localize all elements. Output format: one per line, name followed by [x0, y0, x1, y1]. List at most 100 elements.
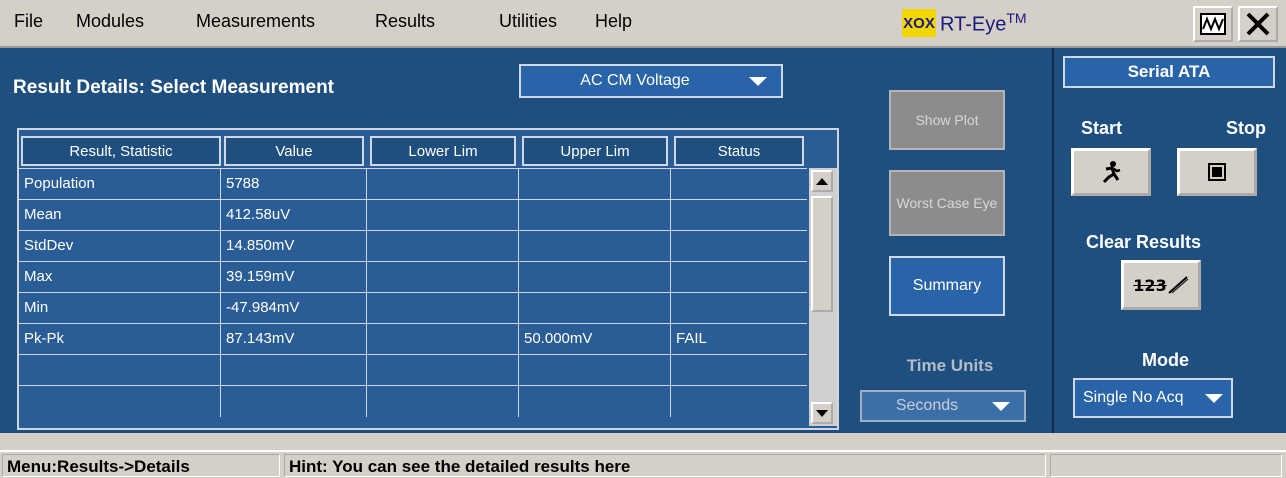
cell-lower-lim — [367, 293, 519, 324]
cell-upper-lim — [519, 169, 671, 200]
cell-statistic: Mean — [19, 200, 221, 231]
table-scrollbar[interactable] — [809, 168, 837, 426]
cell-status: FAIL — [676, 330, 707, 347]
cell-value — [221, 355, 367, 386]
summary-button[interactable]: Summary — [889, 256, 1005, 316]
brand-logo: XOX — [902, 9, 936, 37]
worst-case-eye-button[interactable]: Worst Case Eye — [889, 170, 1005, 236]
start-label: Start — [1081, 118, 1123, 138]
running-man-icon — [1102, 161, 1121, 184]
mode-value: Single No Acq — [1083, 389, 1184, 406]
time-units-value: Seconds — [895, 397, 959, 414]
cell-statistic: Max — [19, 262, 221, 293]
table-row[interactable] — [19, 354, 807, 386]
scroll-up-button[interactable] — [811, 170, 833, 192]
scrollbar-thumb[interactable] — [811, 196, 833, 312]
column-header-upper-lim: Upper Lim — [522, 136, 668, 166]
cell-upper-lim — [519, 293, 671, 324]
measurement-select[interactable]: AC CM Voltage — [519, 64, 783, 98]
cell-lower-lim — [367, 386, 519, 417]
cell-upper-lim — [519, 231, 671, 262]
brand-tm: TM — [1006, 9, 1027, 26]
cell-statistic: StdDev — [19, 231, 221, 262]
status-extra — [1050, 454, 1282, 477]
cell-upper-lim: 50.000mV — [519, 324, 671, 355]
menu-results[interactable]: Results — [375, 11, 435, 32]
table-row[interactable]: Min -47.984mV — [19, 292, 807, 324]
column-header-value: Value — [224, 136, 364, 166]
eraser-icon — [1168, 276, 1189, 294]
status-bar: Menu:Results->Details Hint: You can see … — [0, 450, 1286, 477]
chevron-down-icon — [749, 76, 767, 86]
show-plot-button[interactable]: Show Plot — [889, 90, 1005, 150]
cell-status — [671, 386, 807, 417]
cell-statistic: Min — [19, 293, 221, 324]
table-row[interactable] — [19, 385, 807, 417]
table-row[interactable]: StdDev 14.850mV — [19, 230, 807, 262]
standard-label[interactable]: Serial ATA — [1063, 56, 1275, 88]
cell-lower-lim — [367, 231, 519, 262]
cell-upper-lim — [519, 386, 671, 417]
cell-value: 14.850mV — [221, 231, 367, 262]
start-button[interactable] — [1071, 148, 1151, 196]
waveform-window-icon — [1200, 13, 1226, 35]
cell-upper-lim — [519, 262, 671, 293]
menu-bar: File Modules Measurements Results Utilit… — [0, 0, 1286, 48]
mode-select[interactable]: Single No Acq — [1073, 378, 1233, 418]
cell-status — [671, 200, 807, 231]
cell-lower-lim — [367, 169, 519, 200]
scroll-down-button[interactable] — [811, 402, 833, 424]
stop-button[interactable] — [1177, 148, 1257, 196]
results-table: Result, Statistic Value Lower Lim Upper … — [17, 128, 839, 430]
close-button[interactable] — [1238, 6, 1278, 42]
cell-status — [671, 262, 807, 293]
cell-lower-lim — [367, 355, 519, 386]
cell-value — [221, 386, 367, 417]
time-units-select[interactable]: Seconds — [860, 390, 1026, 422]
menu-file[interactable]: File — [14, 11, 43, 32]
page-title: Result Details: Select Measurement — [13, 77, 335, 98]
column-header-result: Result, Statistic — [21, 136, 221, 166]
cell-statistic: Population — [19, 169, 221, 200]
brand-name-text: RT-Eye — [940, 13, 1007, 36]
cell-statistic — [19, 355, 221, 386]
clear-results-icon: 123 — [1133, 275, 1167, 295]
time-units-label: Time Units — [906, 356, 994, 375]
cell-value: 87.143mV — [221, 324, 367, 355]
table-row[interactable]: Max 39.159mV — [19, 261, 807, 293]
menu-modules[interactable]: Modules — [76, 11, 144, 32]
status-menu-path: Menu:Results->Details — [2, 454, 280, 477]
cell-status — [671, 231, 807, 262]
column-header-lower-lim: Lower Lim — [370, 136, 516, 166]
cell-status — [671, 169, 807, 200]
cell-value: 5788 — [221, 169, 367, 200]
menu-measurements[interactable]: Measurements — [196, 11, 315, 32]
measurement-select-value: AC CM Voltage — [580, 72, 690, 89]
cell-upper-lim — [519, 200, 671, 231]
table-row[interactable]: Population 5788 — [19, 168, 807, 200]
table-row[interactable]: Mean 412.58uV — [19, 199, 807, 231]
cell-value: 412.58uV — [221, 200, 367, 231]
cell-lower-lim — [367, 262, 519, 293]
clear-results-button[interactable]: 123 — [1121, 260, 1201, 310]
chevron-down-icon — [992, 401, 1010, 411]
cell-value: 39.159mV — [221, 262, 367, 293]
status-hint: Hint: You can see the detailed results h… — [284, 454, 1046, 477]
results-grid: Population 5788 Mean 412.58uV StdDev 14.… — [19, 168, 807, 417]
chevron-down-icon — [1205, 393, 1223, 403]
column-header-status: Status — [674, 136, 804, 166]
table-row[interactable]: Pk-Pk 87.143mV 50.000mV FAIL — [19, 323, 807, 355]
cell-value: -47.984mV — [221, 293, 367, 324]
cell-statistic — [19, 386, 221, 417]
cell-upper-lim — [519, 355, 671, 386]
cell-statistic: Pk-Pk — [19, 324, 221, 355]
menu-help[interactable]: Help — [595, 11, 632, 32]
cell-lower-lim — [367, 200, 519, 231]
clear-results-label: Clear Results — [1086, 232, 1202, 252]
waveform-window-button[interactable] — [1193, 6, 1233, 42]
cell-lower-lim — [367, 324, 519, 355]
mode-label: Mode — [1142, 350, 1189, 370]
menu-utilities[interactable]: Utilities — [499, 11, 557, 32]
stop-label: Stop — [1226, 118, 1266, 138]
stop-square-icon — [1208, 163, 1226, 181]
